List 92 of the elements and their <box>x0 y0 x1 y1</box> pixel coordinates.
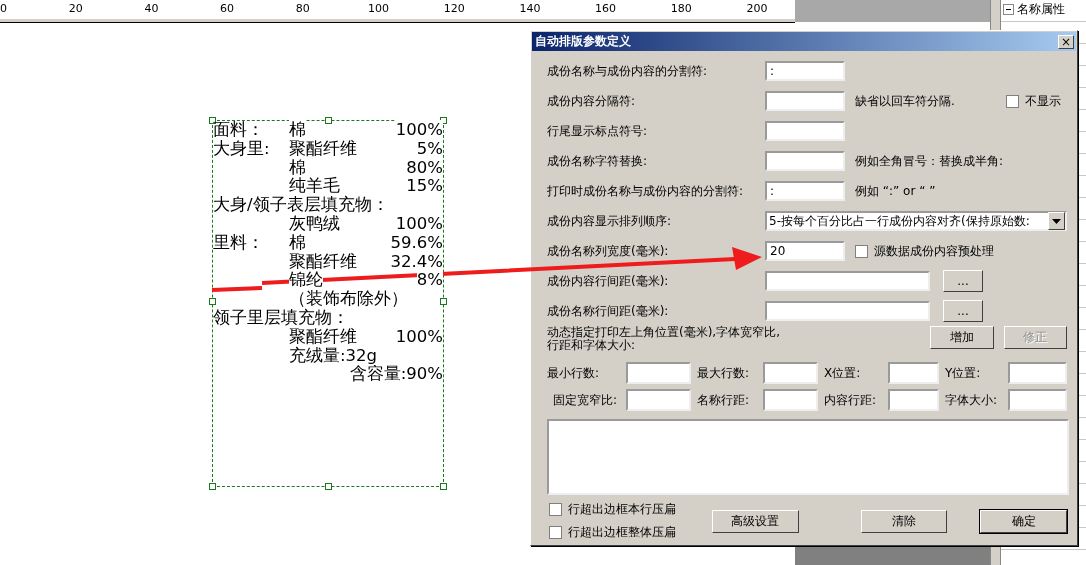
input-field[interactable] <box>765 121 845 141</box>
browse-button[interactable]: ... <box>943 270 983 292</box>
label-text: 面料： <box>213 120 264 139</box>
label-frame[interactable]: 面料： 棉 100% 大身里: 聚酯纤维 5% 棉 80% 纯羊毛 15% 大身/领子表层填充物： 灰鸭绒 100% 里料： 棉 59.6% 聚酯纤维 32.4% 锦纶 8% （装饰布除外） 领子里层填充物： 聚酯纤维 100% 充绒量:32g 含容量:90% <box>212 120 444 487</box>
action-button[interactable]: 增加 <box>930 326 994 349</box>
input-field[interactable] <box>763 389 818 411</box>
panel-header: 名称属性 <box>1017 1 1065 18</box>
resize-handle[interactable] <box>209 117 216 124</box>
label-text: 纯羊毛 <box>289 176 340 196</box>
browse-button[interactable]: ... <box>943 300 983 322</box>
label-text: 聚酯纤维 <box>289 326 357 346</box>
checkbox[interactable] <box>549 526 562 539</box>
field-label: 成份内容分隔符: <box>547 92 637 110</box>
ruler-label: 100 <box>368 2 389 15</box>
field-label: 最大行数: <box>696 364 751 382</box>
ruler-label: 120 <box>443 2 465 15</box>
ruler-label: 80 <box>295 2 310 15</box>
label-text: 充绒量:32g <box>289 345 378 365</box>
ruler-label: 60 <box>220 2 235 15</box>
ruler-label: 40 <box>144 2 159 15</box>
resize-handle[interactable] <box>440 483 447 490</box>
checkbox-label: 源数据成份内容预处理 <box>874 242 994 260</box>
order-dropdown[interactable]: 5-按每个百分比占一行成份内容对齐(保持原始数: <box>765 211 1067 231</box>
ruler-label: 0 <box>0 2 7 15</box>
input-field[interactable] <box>888 389 939 411</box>
input-field[interactable] <box>765 271 930 291</box>
checkbox[interactable] <box>549 503 562 516</box>
label-text: 大身里: <box>213 138 270 158</box>
input-field[interactable] <box>626 389 691 411</box>
dialog-button[interactable]: 高级设置 <box>712 509 799 533</box>
field-label: 最小行数: <box>547 364 601 382</box>
input-field[interactable] <box>1008 389 1067 411</box>
dialog-button[interactable]: 确定 <box>980 509 1067 533</box>
resize-handle[interactable] <box>325 483 332 490</box>
label-text: 灰鸭绒 <box>289 214 340 233</box>
input-field[interactable] <box>1008 362 1067 384</box>
resize-handle[interactable] <box>209 298 216 305</box>
label-text: 聚酯纤维 <box>289 138 357 158</box>
ruler-label: 20 <box>68 2 83 15</box>
description-text: 动态指定打印左上角位置(毫米),字体宽窄比, 行距和字体大小: <box>547 326 781 352</box>
input-field[interactable] <box>765 91 845 111</box>
input-field[interactable] <box>626 362 691 384</box>
input-field[interactable]: : <box>765 181 845 201</box>
field-label: 成份内容行间距(毫米): <box>547 272 670 290</box>
checkbox[interactable] <box>1006 94 1019 108</box>
resize-handle[interactable] <box>440 298 447 305</box>
field-label: 成份名称列宽度(毫米): <box>547 242 670 260</box>
checkbox-label: 不显示 <box>1025 92 1061 110</box>
field-label: 名称行距: <box>696 391 751 409</box>
dialog-button[interactable]: 清除 <box>860 509 948 533</box>
resize-handle[interactable] <box>209 483 216 490</box>
label-text: 大身/领子表层填充物： <box>213 195 389 215</box>
label-text: 含容量:90% <box>349 364 443 384</box>
input-field[interactable]: 20 <box>765 241 845 261</box>
field-label: 打印时成份名称与成份内容的分割符: <box>547 182 745 200</box>
label-text: 聚酯纤维 <box>289 251 357 271</box>
input-field[interactable] <box>765 301 930 321</box>
collapse-icon[interactable] <box>1003 4 1014 15</box>
field-label: 固定宽窄比: <box>552 391 619 409</box>
resize-handle[interactable] <box>440 117 447 124</box>
input-field[interactable] <box>763 362 818 384</box>
checkbox-label: 行超出边框本行压扁 <box>568 501 676 518</box>
field-label: Y位置: <box>944 364 982 382</box>
hint-text: 例如 “:” or “ ” <box>855 182 936 200</box>
input-field[interactable] <box>888 362 939 384</box>
checkbox-label: 行超出边框整体压扁 <box>568 524 676 541</box>
label-text: 锦纶 <box>289 270 323 290</box>
hint-text: 缺省以回车符分隔. <box>855 92 955 110</box>
field-label: 成份名称字符替换: <box>547 152 649 170</box>
field-label: 成份内容显示排列顺序: <box>547 212 673 230</box>
ruler-label: 180 <box>670 2 692 15</box>
ruler-label: 140 <box>519 2 541 15</box>
label-text: 里料： <box>213 232 264 252</box>
ruler-label: 160 <box>595 2 617 15</box>
label-text: 棉 <box>289 120 306 139</box>
label-text: 领子里层填充物： <box>213 307 349 327</box>
input-field[interactable] <box>765 151 845 171</box>
checkbox[interactable] <box>855 244 868 258</box>
close-button[interactable]: × <box>1058 34 1074 49</box>
hint-text: 例如全角冒号：替换成半角: <box>855 152 1004 170</box>
field-label: X位置: <box>823 364 862 382</box>
field-label: 内容行距: <box>823 391 878 409</box>
resize-handle[interactable] <box>325 117 332 124</box>
text-area[interactable] <box>547 419 1069 495</box>
window-title: 自动排版参数定义 <box>534 33 631 50</box>
field-label: 成份名称行间距(毫米): <box>547 302 670 320</box>
label-text: （装饰布除外） <box>289 289 408 309</box>
ruler-label: 200 <box>746 2 768 15</box>
input-field[interactable]: : <box>765 61 845 81</box>
field-label: 行尾显示标点符号: <box>547 122 649 140</box>
field-label: 成份名称与成份内容的分割符: <box>547 62 709 80</box>
field-label: 字体大小: <box>944 391 999 409</box>
